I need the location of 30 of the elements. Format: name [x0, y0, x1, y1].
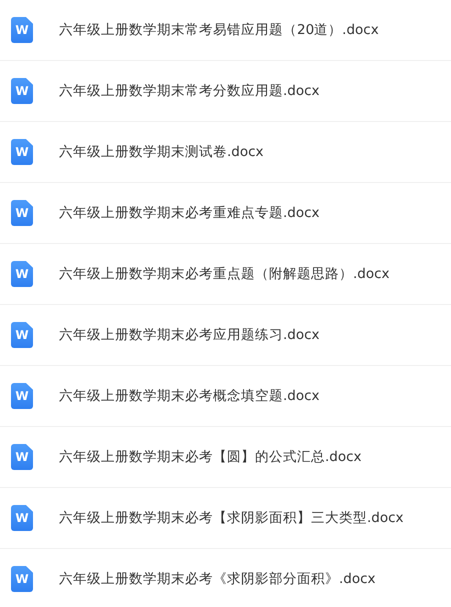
file-row[interactable]: W 六年级上册数学期末必考应用题练习.docx [0, 305, 451, 366]
file-row[interactable]: W 六年级上册数学期末必考【求阴影面积】三大类型.docx [0, 488, 451, 549]
file-row[interactable]: W 六年级上册数学期末常考分数应用题.docx [0, 61, 451, 122]
file-row[interactable]: W 六年级上册数学期末必考重点题（附解题思路）.docx [0, 244, 451, 305]
word-document-icon: W [11, 17, 33, 43]
word-document-icon: W [11, 322, 33, 348]
word-document-icon: W [11, 78, 33, 104]
file-row[interactable]: W 六年级上册数学期末必考重难点专题.docx [0, 183, 451, 244]
word-document-icon: W [11, 261, 33, 287]
file-name: 六年级上册数学期末必考应用题练习.docx [59, 326, 320, 344]
file-name: 六年级上册数学期末必考《求阴影部分面积》.docx [59, 570, 376, 588]
file-row[interactable]: W 六年级上册数学期末必考概念填空题.docx [0, 366, 451, 427]
word-document-icon: W [11, 566, 33, 592]
file-name: 六年级上册数学期末必考重点题（附解题思路）.docx [59, 265, 390, 283]
file-name: 六年级上册数学期末必考概念填空题.docx [59, 387, 320, 405]
file-row[interactable]: W 六年级上册数学期末常考易错应用题（20道）.docx [0, 0, 451, 61]
file-name: 六年级上册数学期末测试卷.docx [59, 143, 264, 161]
file-name: 六年级上册数学期末必考重难点专题.docx [59, 204, 320, 222]
file-name: 六年级上册数学期末常考易错应用题（20道）.docx [59, 21, 379, 39]
word-document-icon: W [11, 200, 33, 226]
file-name: 六年级上册数学期末必考【圆】的公式汇总.docx [59, 448, 362, 466]
word-document-icon: W [11, 383, 33, 409]
file-name: 六年级上册数学期末必考【求阴影面积】三大类型.docx [59, 509, 404, 527]
file-row[interactable]: W 六年级上册数学期末测试卷.docx [0, 122, 451, 183]
word-document-icon: W [11, 139, 33, 165]
file-row[interactable]: W 六年级上册数学期末必考【圆】的公式汇总.docx [0, 427, 451, 488]
word-document-icon: W [11, 505, 33, 531]
file-name: 六年级上册数学期末常考分数应用题.docx [59, 82, 320, 100]
file-row[interactable]: W 六年级上册数学期末必考《求阴影部分面积》.docx [0, 549, 451, 607]
word-document-icon: W [11, 444, 33, 470]
